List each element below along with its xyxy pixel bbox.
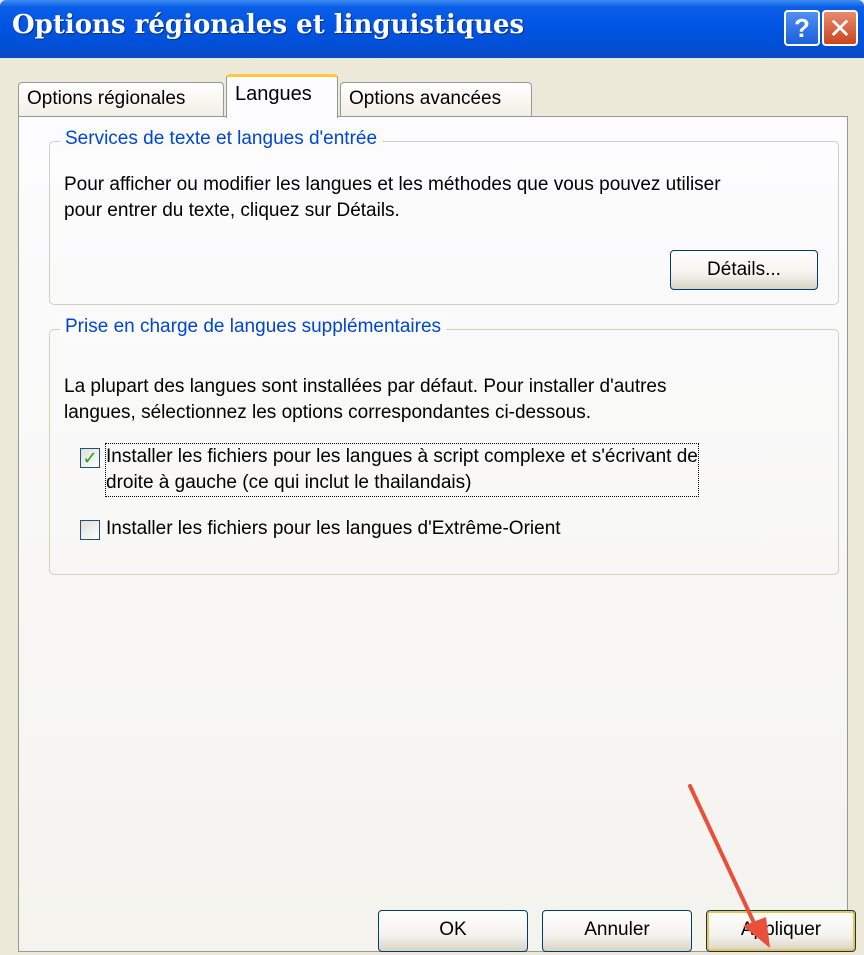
text-services-title: Services de texte et langues d'entrée	[60, 128, 383, 150]
checkmark-icon: ✓	[82, 447, 98, 468]
title-bar[interactable]: Options régionales et linguistiques ? ✕	[0, 0, 864, 58]
east-asian-option[interactable]: Installer les fichiers pour les langues …	[80, 516, 561, 542]
complex-script-label-line2: droite à gauche (ce qui inclut le thaila…	[106, 472, 472, 493]
complex-script-label[interactable]: Installer les fichiers pour les langues …	[105, 443, 699, 497]
supplemental-languages-group: Prise en charge de langues supplémentair…	[49, 316, 839, 575]
tab-langues[interactable]: Langues	[226, 74, 338, 118]
dialog-window: Options régionales et linguistiques ? ✕ …	[0, 0, 864, 955]
east-asian-checkbox[interactable]	[80, 520, 100, 540]
help-icon: ?	[794, 12, 810, 43]
ok-button[interactable]: OK	[378, 910, 528, 952]
cancel-button[interactable]: Annuler	[542, 910, 692, 952]
supplemental-title: Prise en charge de langues supplémentair…	[60, 316, 447, 338]
east-asian-label[interactable]: Installer les fichiers pour les langues …	[106, 516, 561, 542]
supplemental-desc-line1: La plupart des langues sont installées p…	[64, 376, 667, 397]
supplemental-desc-line2: langues, sélectionnez les options corres…	[64, 402, 592, 423]
complex-script-checkbox[interactable]: ✓	[80, 448, 100, 468]
close-icon: ✕	[828, 12, 852, 44]
details-button[interactable]: Détails...	[670, 250, 818, 290]
complex-script-label-line1: Installer les fichiers pour les langues …	[106, 446, 698, 467]
window-title: Options régionales et linguistiques	[12, 10, 525, 40]
help-button[interactable]: ?	[784, 10, 820, 46]
tab-options-regionales[interactable]: Options régionales	[18, 82, 224, 116]
tab-options-avancees[interactable]: Options avancées	[340, 82, 532, 116]
text-services-desc-line1: Pour afficher ou modifier les langues et…	[64, 174, 721, 195]
apply-button[interactable]: Appliquer	[706, 910, 856, 952]
text-services-desc-line2: pour entrer du texte, cliquez sur Détail…	[64, 200, 400, 221]
close-button[interactable]: ✕	[822, 10, 858, 46]
tab-panel-langues: Services de texte et langues d'entrée Po…	[18, 116, 848, 952]
text-services-group: Services de texte et langues d'entrée Po…	[49, 128, 839, 305]
complex-script-option[interactable]: ✓ Installer les fichiers pour les langue…	[80, 443, 699, 497]
